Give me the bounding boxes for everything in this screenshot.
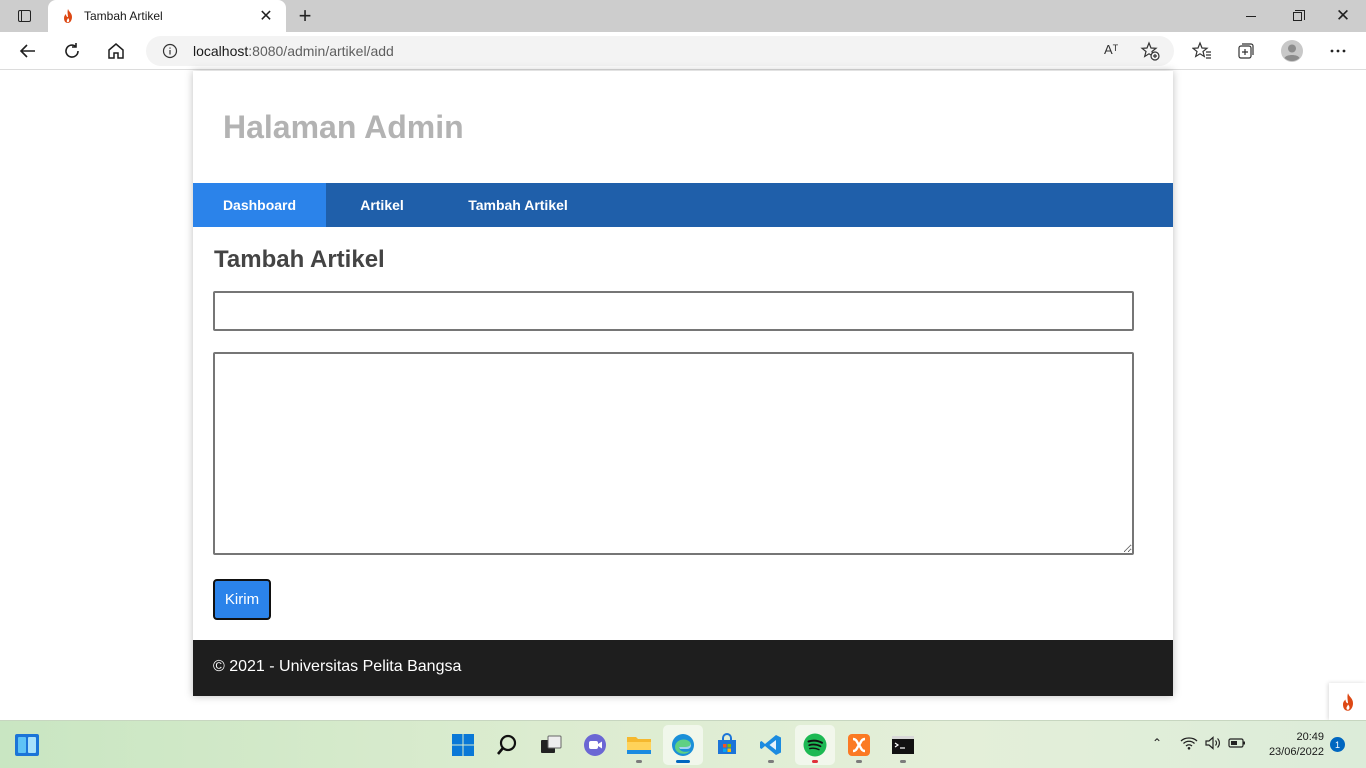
terminal-icon [892, 736, 914, 754]
refresh-button[interactable] [56, 35, 88, 67]
vscode-icon [760, 735, 781, 755]
running-indicator [636, 760, 642, 763]
browser-tab[interactable]: Tambah Artikel ✕ [48, 0, 286, 32]
flame-favicon-icon [64, 9, 72, 23]
footer-text: © 2021 - Universitas Pelita Bangsa [213, 658, 462, 675]
main-nav: Dashboard Artikel Tambah Artikel [193, 183, 1173, 227]
task-view-button[interactable] [531, 725, 571, 765]
refresh-icon [65, 43, 79, 58]
chat-icon [584, 734, 606, 756]
back-arrow-icon [19, 44, 35, 58]
search-icon [497, 734, 517, 755]
chat-button[interactable] [575, 725, 615, 765]
vscode-button[interactable] [751, 725, 791, 765]
more-dots-icon [1330, 49, 1346, 53]
running-indicator [812, 760, 818, 763]
volume-icon [1205, 736, 1220, 750]
url-host: localhost [193, 43, 249, 59]
tab-actions-button[interactable] [6, 4, 42, 28]
xampp-icon [848, 734, 870, 756]
start-icon [452, 734, 474, 756]
add-favorite-icon[interactable] [1140, 41, 1160, 61]
battery-icon [1228, 738, 1245, 748]
edge-button[interactable] [663, 725, 703, 765]
home-button[interactable] [100, 35, 132, 67]
file-explorer-button[interactable] [619, 725, 659, 765]
article-title-input[interactable] [213, 291, 1134, 331]
content-title: Tambah Artikel [214, 246, 385, 273]
home-icon [108, 43, 124, 59]
url-path: :8080/admin/artikel/add [248, 43, 394, 59]
taskbar-search-button[interactable] [487, 725, 527, 765]
notification-badge[interactable]: 1 [1330, 737, 1345, 752]
page-container: Halaman Admin Dashboard Artikel Tambah A… [193, 71, 1173, 696]
read-aloud-icon[interactable]: Aᵀ [1104, 42, 1124, 60]
profile-avatar-icon [1281, 40, 1303, 62]
store-icon [718, 733, 736, 754]
clock-time: 20:49 [1296, 731, 1324, 743]
edge-icon [672, 734, 694, 756]
running-indicator [900, 760, 906, 763]
close-window-button[interactable]: ✕ [1320, 0, 1366, 32]
restore-icon [1292, 9, 1305, 21]
settings-menu-button[interactable] [1322, 35, 1354, 67]
close-tab-icon[interactable]: ✕ [256, 6, 276, 26]
task-view-icon [541, 735, 562, 753]
tab-title: Tambah Artikel [84, 9, 163, 23]
nav-item-tambah-artikel[interactable]: Tambah Artikel [438, 183, 598, 227]
collections-button[interactable] [1230, 35, 1262, 67]
xampp-button[interactable] [839, 725, 879, 765]
browser-tab-strip: Tambah Artikel ✕ + ✕ [0, 0, 1366, 32]
browser-toolbar: localhost:8080/admin/artikel/add Aᵀ [0, 32, 1366, 70]
running-indicator [768, 760, 774, 763]
tab-actions-icon [17, 10, 31, 22]
spotify-button[interactable] [795, 725, 835, 765]
store-button[interactable] [707, 725, 747, 765]
minimize-icon [1246, 15, 1256, 17]
terminal-button[interactable] [883, 725, 923, 765]
site-footer: © 2021 - Universitas Pelita Bangsa [193, 640, 1173, 696]
nav-item-artikel[interactable]: Artikel [326, 183, 438, 227]
profile-button[interactable] [1276, 35, 1308, 67]
new-tab-button[interactable]: + [293, 4, 317, 28]
article-body-textarea[interactable] [213, 352, 1134, 555]
start-button[interactable] [443, 725, 483, 765]
tray-overflow-icon[interactable]: ⌃ [1152, 736, 1162, 750]
taskbar: ⌃ 20:49 23/06/2022 1 [0, 720, 1366, 768]
nav-item-dashboard[interactable]: Dashboard [193, 183, 326, 227]
taskbar-clock[interactable]: 20:49 23/06/2022 [1254, 730, 1324, 760]
back-button[interactable] [12, 35, 44, 67]
widgets-icon[interactable] [14, 733, 40, 757]
site-title: Halaman Admin [223, 109, 464, 145]
minimize-button[interactable] [1228, 0, 1274, 32]
address-url[interactable]: localhost:8080/admin/artikel/add [193, 43, 394, 59]
close-icon: ✕ [1335, 6, 1351, 25]
site-info-icon[interactable] [162, 43, 178, 59]
site-header: Halaman Admin [193, 71, 1173, 183]
spotify-icon [803, 733, 827, 757]
submit-button[interactable]: Kirim [213, 579, 271, 620]
file-explorer-icon [627, 737, 651, 754]
address-bar[interactable]: localhost:8080/admin/artikel/add Aᵀ [146, 36, 1174, 66]
debug-toolbar-button[interactable] [1329, 683, 1366, 720]
restore-button[interactable] [1274, 0, 1320, 32]
active-indicator [676, 760, 690, 763]
running-indicator [856, 760, 862, 763]
page-viewport: Halaman Admin Dashboard Artikel Tambah A… [0, 71, 1366, 720]
favorites-icon [1192, 41, 1211, 59]
favorites-button[interactable] [1186, 35, 1218, 67]
clock-date: 23/06/2022 [1268, 746, 1324, 758]
wifi-icon [1180, 737, 1198, 750]
flame-icon [1342, 692, 1353, 711]
collections-icon [1238, 43, 1254, 59]
system-tray[interactable] [1180, 735, 1246, 751]
